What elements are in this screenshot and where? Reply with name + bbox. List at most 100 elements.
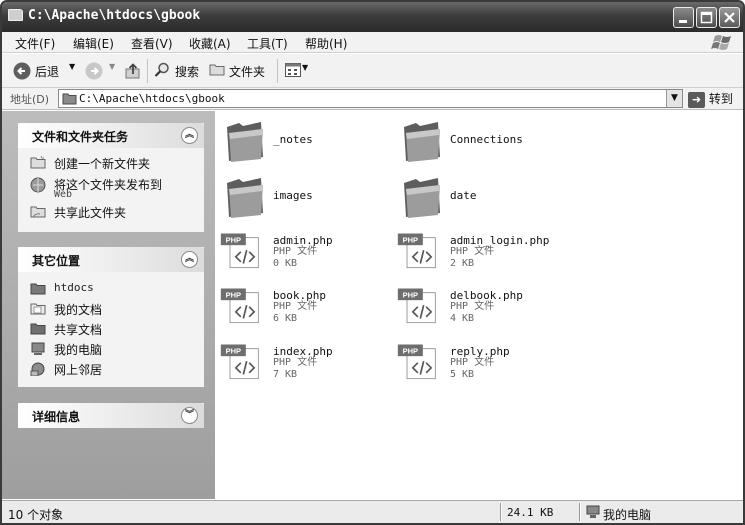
documents-icon [30, 303, 46, 315]
list-item[interactable]: _notes [223, 117, 383, 167]
maximize-button[interactable] [696, 7, 717, 28]
close-button[interactable] [719, 7, 740, 28]
go-button[interactable]: ➜ 转到 [688, 90, 733, 108]
search-icon [154, 62, 169, 77]
back-arrow-icon [13, 62, 31, 80]
php-file-icon: PHP [397, 288, 436, 324]
panel-header[interactable]: 文件和文件夹任务 ︽ [18, 123, 204, 148]
maximize-icon [700, 11, 713, 24]
list-item[interactable]: date [400, 173, 560, 223]
list-item[interactable]: images [223, 173, 383, 223]
php-file-icon: PHP [397, 233, 436, 269]
task-label: 创建一个新文件夹 [54, 157, 151, 171]
menu-view[interactable]: 查看(V) [131, 35, 173, 52]
collapse-chevron-icon[interactable]: ︽ [181, 251, 198, 268]
chevron-down-icon[interactable]: ▼ [109, 62, 115, 71]
collapse-chevron-icon[interactable]: ︽ [181, 127, 198, 144]
php-file-icon: PHP [220, 233, 259, 269]
back-label: 后退 [35, 65, 60, 79]
expand-chevron-icon[interactable]: ︾ [181, 407, 198, 424]
php-file-icon: PHP [220, 288, 259, 324]
list-item[interactable]: Connections [400, 117, 560, 167]
file-type: PHP 文件 [273, 246, 318, 257]
address-path: C:\Apache\htdocs\gbook [79, 92, 225, 105]
menu-favorites[interactable]: 收藏(A) [189, 35, 231, 52]
place-label: 我的文档 [54, 303, 103, 317]
go-label: 转到 [708, 92, 733, 106]
list-item[interactable]: PHP admin.php PHP 文件 0 KB [220, 229, 390, 277]
folders-icon [209, 64, 225, 76]
up-folder-icon [125, 63, 140, 79]
address-label: 地址(D) [10, 93, 50, 106]
folder-icon [404, 178, 440, 218]
file-type: PHP 文件 [273, 301, 318, 312]
folder-icon [62, 93, 77, 105]
shared-docs-icon [30, 323, 46, 335]
task-label: 共享此文件夹 [54, 206, 127, 220]
toolbar: 后退 ▼ ▼ 搜索 文件夹 ▼ [2, 54, 743, 88]
network-icon [30, 362, 45, 376]
php-badge: PHP [403, 347, 418, 356]
menu-help[interactable]: 帮助(H) [305, 35, 347, 52]
php-badge: PHP [226, 236, 241, 245]
list-item[interactable]: PHP delbook.php PHP 文件 4 KB [397, 284, 567, 332]
file-size: 6 KB [273, 313, 298, 324]
minimize-button[interactable] [673, 7, 694, 28]
place-label: htdocs [54, 281, 94, 294]
panel-title: 文件和文件夹任务 [32, 130, 129, 144]
menu-file[interactable]: 文件(F) [15, 35, 55, 52]
status-separator [579, 503, 581, 521]
file-list: _notes Connections images date PHP admin… [215, 111, 743, 499]
minimize-icon [679, 20, 687, 23]
explorer-window: C:\Apache\htdocs\gbook 文件(F) 编辑(E) 查看(V)… [0, 0, 745, 525]
file-type: PHP 文件 [450, 301, 495, 312]
new-folder-icon [30, 156, 46, 169]
list-item[interactable]: PHP index.php PHP 文件 7 KB [220, 340, 390, 388]
views-icon [285, 63, 301, 77]
file-size: 4 KB [450, 313, 475, 324]
menu-edit[interactable]: 编辑(E) [73, 35, 114, 52]
list-item[interactable]: PHP book.php PHP 文件 6 KB [220, 284, 390, 332]
panel-header[interactable]: 其它位置 ︽ [18, 247, 204, 272]
status-size: 24.1 KB [507, 506, 554, 519]
list-item[interactable]: PHP admin_login.php PHP 文件 2 KB [397, 229, 567, 277]
file-size: 0 KB [273, 258, 298, 269]
place-label: 网上邻居 [54, 363, 103, 377]
address-input[interactable]: C:\Apache\htdocs\gbook ▼ [58, 89, 683, 108]
publish-web-icon [30, 177, 46, 193]
computer-icon [586, 505, 600, 518]
close-icon [724, 12, 735, 23]
address-dropdown-button[interactable]: ▼ [666, 90, 682, 107]
php-badge: PHP [403, 291, 418, 300]
status-location: 我的电脑 [603, 508, 652, 522]
file-type: PHP 文件 [273, 357, 318, 368]
folder-icon [8, 9, 23, 21]
place-label: 共享文档 [54, 323, 103, 337]
file-size: 7 KB [273, 369, 298, 380]
php-file-icon: PHP [397, 344, 436, 380]
up-folder-button[interactable] [124, 62, 142, 83]
panel-header[interactable]: 详细信息 ︾ [18, 403, 204, 428]
menu-tools[interactable]: 工具(T) [247, 35, 288, 52]
toolbar-separator [147, 59, 148, 83]
php-badge: PHP [226, 347, 241, 356]
file-type: PHP 文件 [450, 246, 495, 257]
chevron-down-icon: ▼ [302, 63, 309, 72]
search-label: 搜索 [175, 65, 200, 79]
menu-bar: 文件(F) 编辑(E) 查看(V) 收藏(A) 工具(T) 帮助(H) [2, 32, 743, 53]
window-title: C:\Apache\htdocs\gbook [28, 8, 201, 23]
list-item[interactable]: PHP reply.php PHP 文件 5 KB [397, 340, 567, 388]
chevron-down-icon[interactable]: ▼ [69, 62, 75, 71]
file-tasks-panel: 文件和文件夹任务 ︽ 创建一个新文件夹 将这个文件夹发布到 Web 共享此文件夹 [18, 123, 204, 232]
chevron-down-icon: ▼ [671, 93, 678, 103]
php-badge: PHP [226, 291, 241, 300]
title-bar[interactable]: C:\Apache\htdocs\gbook [2, 2, 743, 32]
status-object-count: 10 个对象 [8, 508, 64, 522]
php-file-icon: PHP [220, 344, 259, 380]
file-name: _notes [273, 133, 313, 146]
status-separator [500, 503, 502, 521]
file-name: images [273, 189, 313, 202]
folders-label: 文件夹 [229, 65, 266, 79]
address-bar: 地址(D) C:\Apache\htdocs\gbook ▼ ➜ 转到 [2, 88, 743, 110]
windows-logo-icon [711, 35, 731, 50]
